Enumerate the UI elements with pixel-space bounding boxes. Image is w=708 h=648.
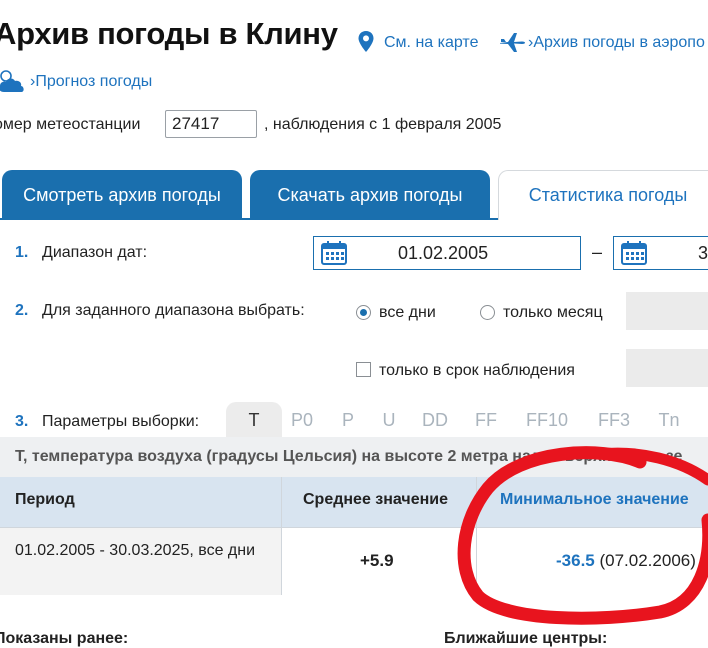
observations-since-text: , наблюдения с 1 февраля 2005	[264, 116, 502, 133]
average-value: +5.9	[360, 551, 394, 570]
step-1-number: 1.	[15, 244, 29, 261]
column-divider	[281, 477, 282, 595]
minimum-date: (07.02.2006)	[599, 551, 696, 570]
step-2-number: 2.	[15, 302, 29, 319]
param-Tn[interactable]: Tn	[651, 410, 687, 431]
airport-archive-label: Архив погоды в аэропо	[533, 34, 705, 51]
month-select[interactable]	[626, 292, 708, 330]
station-number-input[interactable]	[165, 110, 257, 138]
header-period: Период	[15, 491, 75, 508]
calendar-icon[interactable]	[621, 241, 647, 265]
page-title: Архив погоды в Клину	[0, 16, 338, 51]
radio-all-days-label[interactable]: все дни	[379, 304, 436, 322]
param-FF10[interactable]: FF10	[521, 410, 573, 431]
map-link[interactable]: См. на карте	[384, 34, 478, 52]
date-from-value: 01.02.2005	[398, 243, 489, 263]
cloud-icon	[0, 70, 24, 92]
minimum-cell: -36.5 (07.02.2006)	[556, 551, 696, 571]
range-select-label: Для заданного диапазона выбрать:	[42, 302, 305, 319]
period-value: 01.02.2005 - 30.03.2025, все дни	[15, 542, 256, 559]
location-pin-icon[interactable]	[357, 30, 375, 54]
parameters-label: Параметры выборки:	[42, 413, 200, 430]
column-divider	[476, 477, 477, 595]
observation-time-select[interactable]	[626, 349, 708, 387]
param-FF3[interactable]: FF3	[594, 410, 634, 431]
tab-view-archive[interactable]: Смотреть архив погоды	[2, 170, 242, 220]
date-to-value: 3	[698, 243, 708, 263]
observation-time-label[interactable]: только в срок наблюдения	[379, 362, 575, 380]
step-3-number: 3.	[15, 413, 29, 430]
shown-earlier-heading: Показаны ранее:	[0, 630, 129, 647]
active-tab-gap	[499, 218, 708, 220]
param-P[interactable]: P	[330, 410, 366, 431]
airplane-icon[interactable]	[498, 30, 526, 54]
date-from-field[interactable]: 01.02.2005	[313, 236, 581, 270]
tab-weather-statistics[interactable]: Статистика погоды	[498, 170, 708, 220]
station-number-label: омер метеостанции	[0, 116, 141, 133]
row-divider	[0, 527, 708, 528]
calendar-icon[interactable]	[321, 241, 347, 265]
param-FF[interactable]: FF	[468, 410, 504, 431]
period-cell	[0, 527, 281, 595]
tab-download-archive[interactable]: Скачать архив погоды	[250, 170, 490, 220]
radio-only-month-label[interactable]: только месяц	[503, 304, 603, 322]
minimum-value-link[interactable]: -36.5	[556, 551, 595, 570]
observation-time-checkbox[interactable]	[356, 362, 371, 377]
parameter-description: T, температура воздуха (градусы Цельсия)…	[15, 448, 683, 465]
forecast-label: Прогноз погоды	[35, 73, 153, 90]
airport-archive-link[interactable]: ›Архив погоды в аэропо	[528, 34, 705, 52]
date-range-dash: –	[592, 242, 603, 262]
param-U[interactable]: U	[371, 410, 407, 431]
radio-all-days[interactable]	[356, 305, 371, 320]
date-to-field[interactable]: 3	[613, 236, 708, 270]
radio-only-month[interactable]	[480, 305, 495, 320]
forecast-link[interactable]: ›Прогноз погоды	[30, 73, 152, 91]
param-P0[interactable]: P0	[284, 410, 320, 431]
date-range-label: Диапазон дат:	[42, 244, 148, 261]
param-DD[interactable]: DD	[417, 410, 453, 431]
header-minimum[interactable]: Минимальное значение	[500, 491, 689, 509]
header-average[interactable]: Среднее значение	[303, 491, 448, 509]
param-T[interactable]: T	[236, 410, 272, 431]
nearest-centers-heading: Ближайшие центры:	[444, 630, 608, 647]
